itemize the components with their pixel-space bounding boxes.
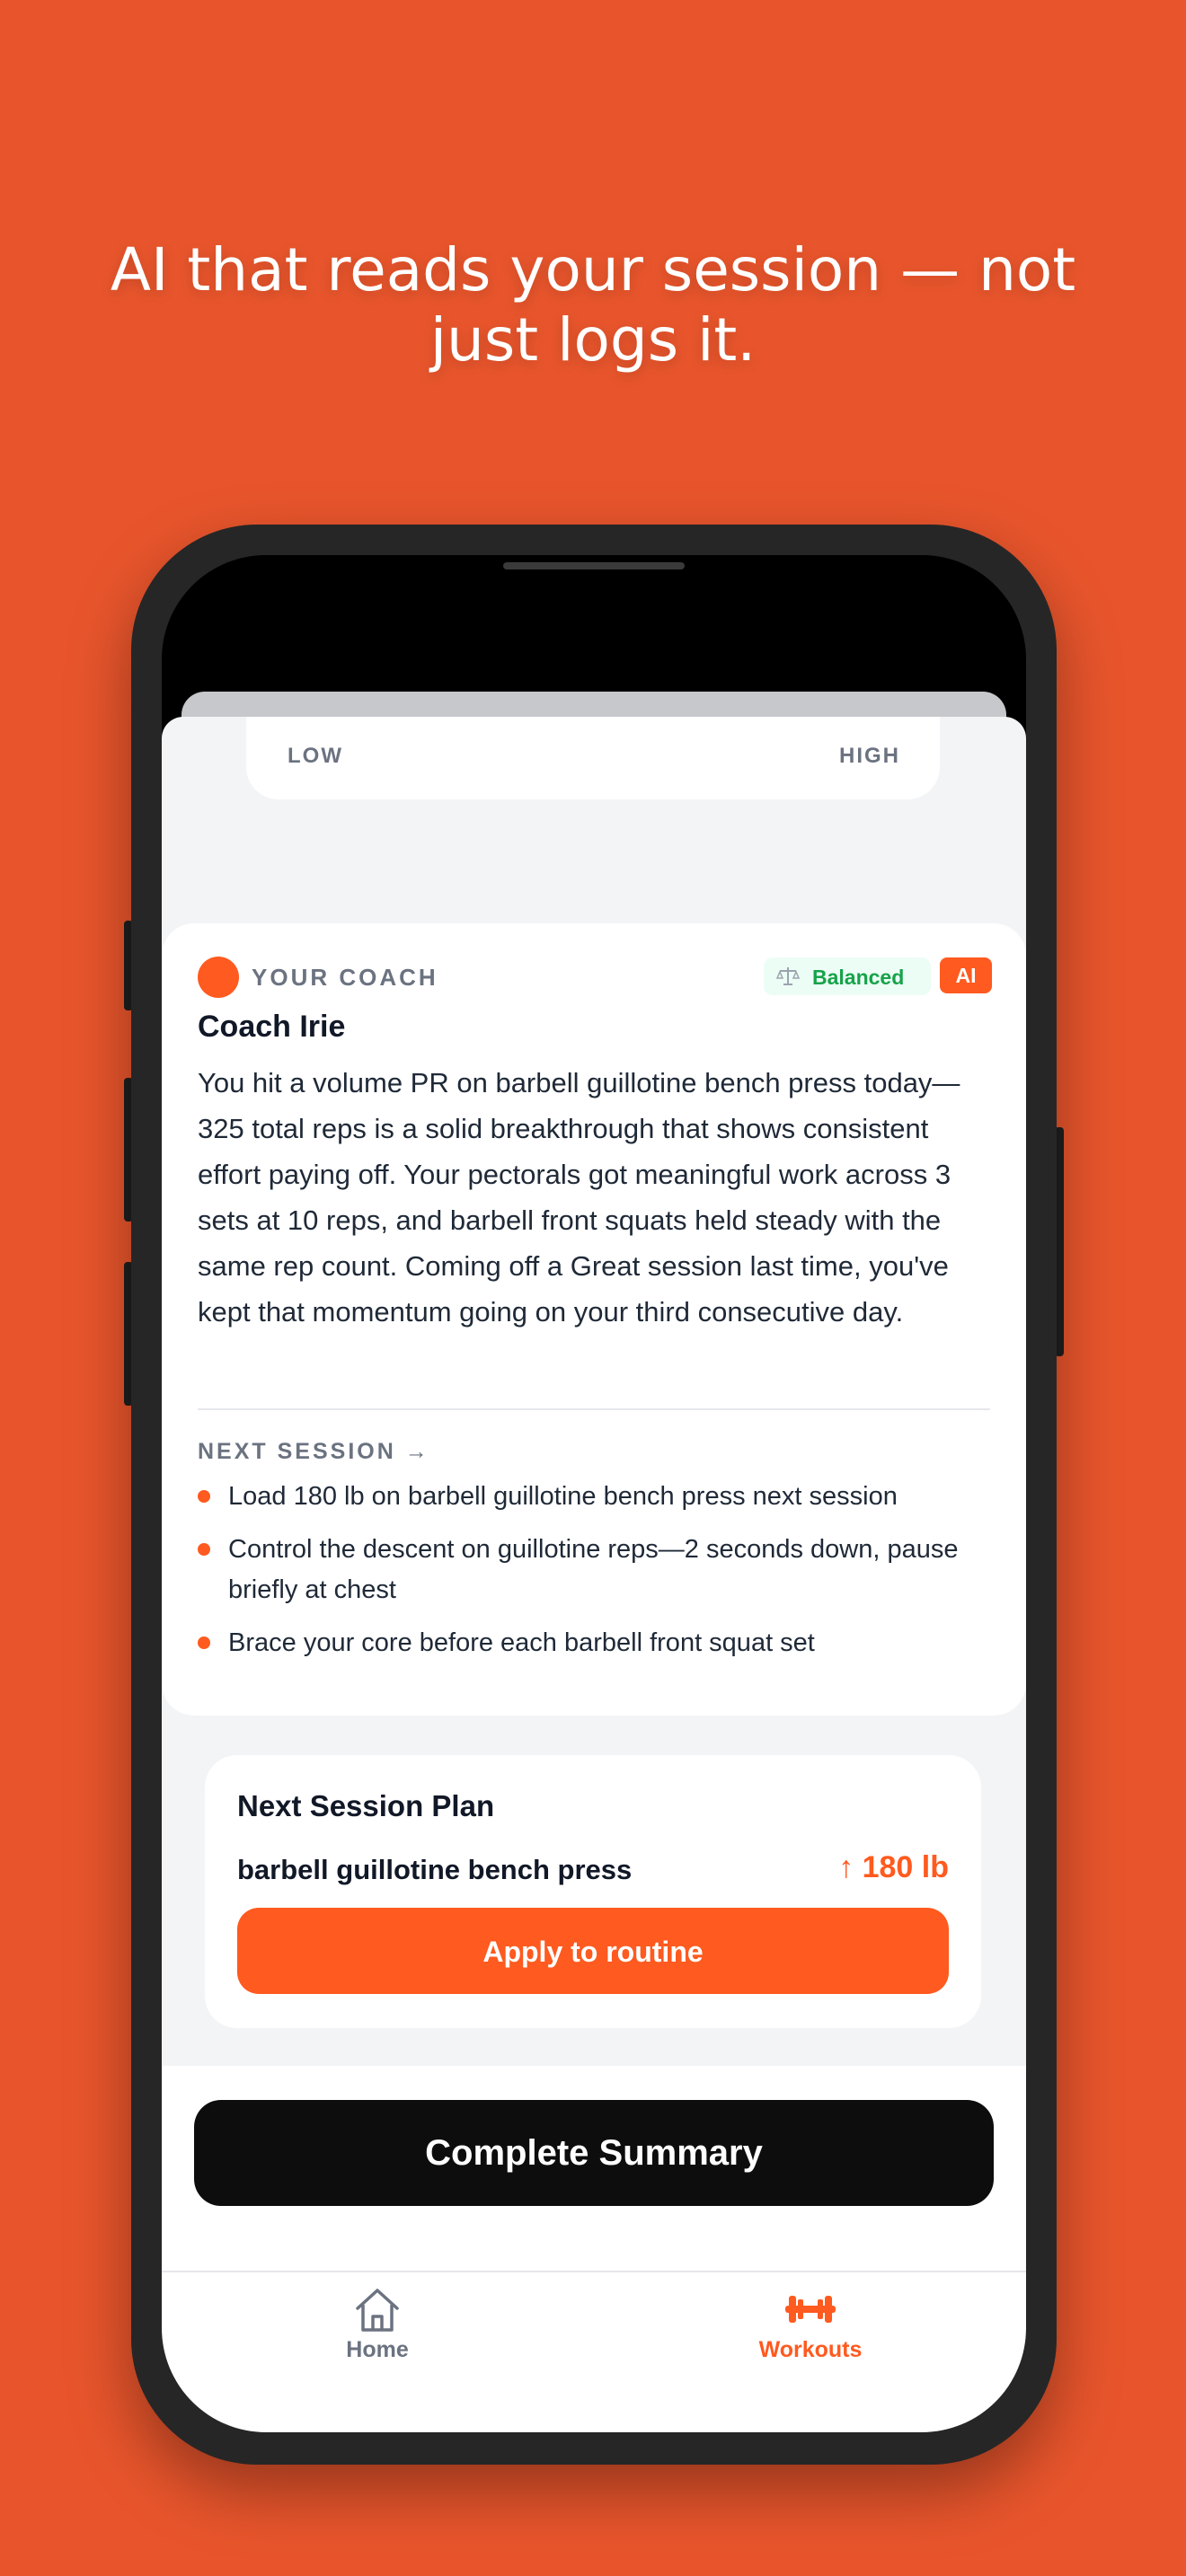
plan-weight-increase: ↑ 180 lb bbox=[838, 1850, 949, 1884]
coach-avatar bbox=[198, 957, 239, 998]
intensity-high-label: HIGH bbox=[839, 744, 900, 768]
tip-item: Brace your core before each barbell fron… bbox=[198, 1623, 990, 1663]
coach-card: YOUR COACH Balanced AI Coach Irie You hi… bbox=[162, 923, 1026, 1716]
intensity-scale-card: LOW HIGH bbox=[246, 717, 940, 799]
next-session-plan-card: Next Session Plan barbell guillotine ben… bbox=[205, 1755, 981, 2028]
coach-message: You hit a volume PR on barbell guillotin… bbox=[198, 1067, 960, 1328]
scale-icon bbox=[776, 967, 800, 985]
tip-item: Control the descent on guillotine reps—2… bbox=[198, 1530, 990, 1610]
plan-exercise-name: barbell guillotine bench press bbox=[237, 1854, 633, 1885]
summary-footer: Complete Summary bbox=[162, 2066, 1026, 2271]
phone-screen: LOW HIGH YOUR COACH Balanced AI Coach Ir… bbox=[162, 555, 1026, 2432]
coach-mode-label: Balanced bbox=[812, 966, 905, 989]
bullet-icon bbox=[198, 1636, 210, 1649]
bullet-icon bbox=[198, 1490, 210, 1503]
workout-summary-sheet: LOW HIGH YOUR COACH Balanced AI Coach Ir… bbox=[162, 717, 1026, 2271]
marketing-headline: AI that reads your session — not just lo… bbox=[110, 235, 1076, 375]
next-session-label: NEXT SESSION → bbox=[198, 1439, 430, 1464]
phone-speaker bbox=[503, 562, 685, 569]
ai-badge: AI bbox=[940, 957, 992, 993]
plan-title: Next Session Plan bbox=[237, 1789, 495, 1822]
tab-bar: Home Workouts bbox=[162, 2271, 1026, 2432]
tip-text: Brace your core before each barbell fron… bbox=[228, 1628, 815, 1657]
tab-workouts-label: Workouts bbox=[758, 2337, 863, 2362]
tip-text: Control the descent on guillotine reps—2… bbox=[228, 1535, 959, 1604]
coach-mode-badge: Balanced bbox=[764, 957, 931, 995]
coach-divider bbox=[198, 1408, 990, 1410]
coach-section-label: YOUR COACH bbox=[252, 964, 438, 991]
next-session-tips: Load 180 lb on barbell guillotine bench … bbox=[198, 1477, 990, 1676]
intensity-low-label: LOW bbox=[288, 744, 343, 768]
bullet-icon bbox=[198, 1543, 210, 1556]
tip-item: Load 180 lb on barbell guillotine bench … bbox=[198, 1477, 990, 1517]
dumbbell-icon bbox=[785, 2296, 836, 2323]
tab-workouts[interactable]: Workouts bbox=[721, 2287, 900, 2377]
tab-home[interactable]: Home bbox=[288, 2287, 467, 2377]
coach-name: Coach Irie bbox=[198, 1010, 346, 1044]
tab-home-label: Home bbox=[346, 2337, 409, 2362]
tip-text: Load 180 lb on barbell guillotine bench … bbox=[228, 1482, 898, 1511]
home-icon bbox=[356, 2289, 399, 2332]
apply-to-routine-button[interactable]: Apply to routine bbox=[237, 1908, 949, 1994]
complete-summary-button[interactable]: Complete Summary bbox=[194, 2100, 994, 2206]
